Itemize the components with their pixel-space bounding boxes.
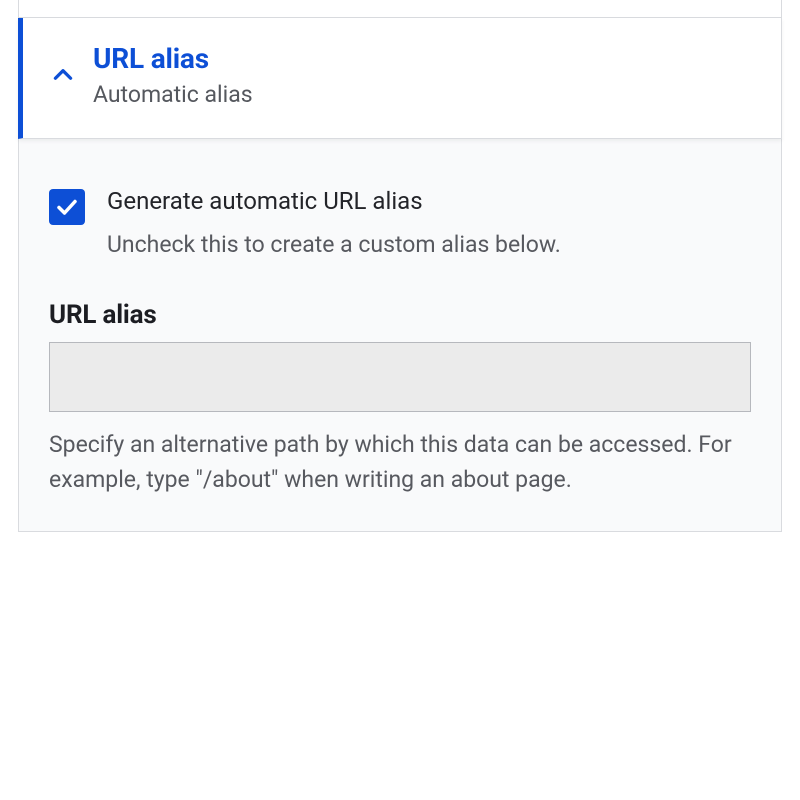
accordion-title: URL alias: [93, 42, 253, 75]
generate-auto-alias-description: Uncheck this to create a custom alias be…: [107, 229, 561, 260]
url-alias-accordion-header[interactable]: URL alias Automatic alias: [18, 18, 782, 139]
check-icon: [55, 195, 79, 219]
chevron-up-icon: [33, 62, 93, 88]
accordion-subtitle: Automatic alias: [93, 81, 253, 108]
generate-auto-alias-checkbox[interactable]: [49, 189, 85, 225]
url-alias-input[interactable]: [49, 342, 751, 412]
url-alias-panel: Generate automatic URL alias Uncheck thi…: [18, 139, 782, 532]
panel-top-border: [18, 0, 782, 18]
url-alias-field-label: URL alias: [49, 300, 751, 330]
url-alias-help-text: Specify an alternative path by which thi…: [49, 428, 751, 497]
generate-auto-alias-label: Generate automatic URL alias: [107, 187, 561, 215]
